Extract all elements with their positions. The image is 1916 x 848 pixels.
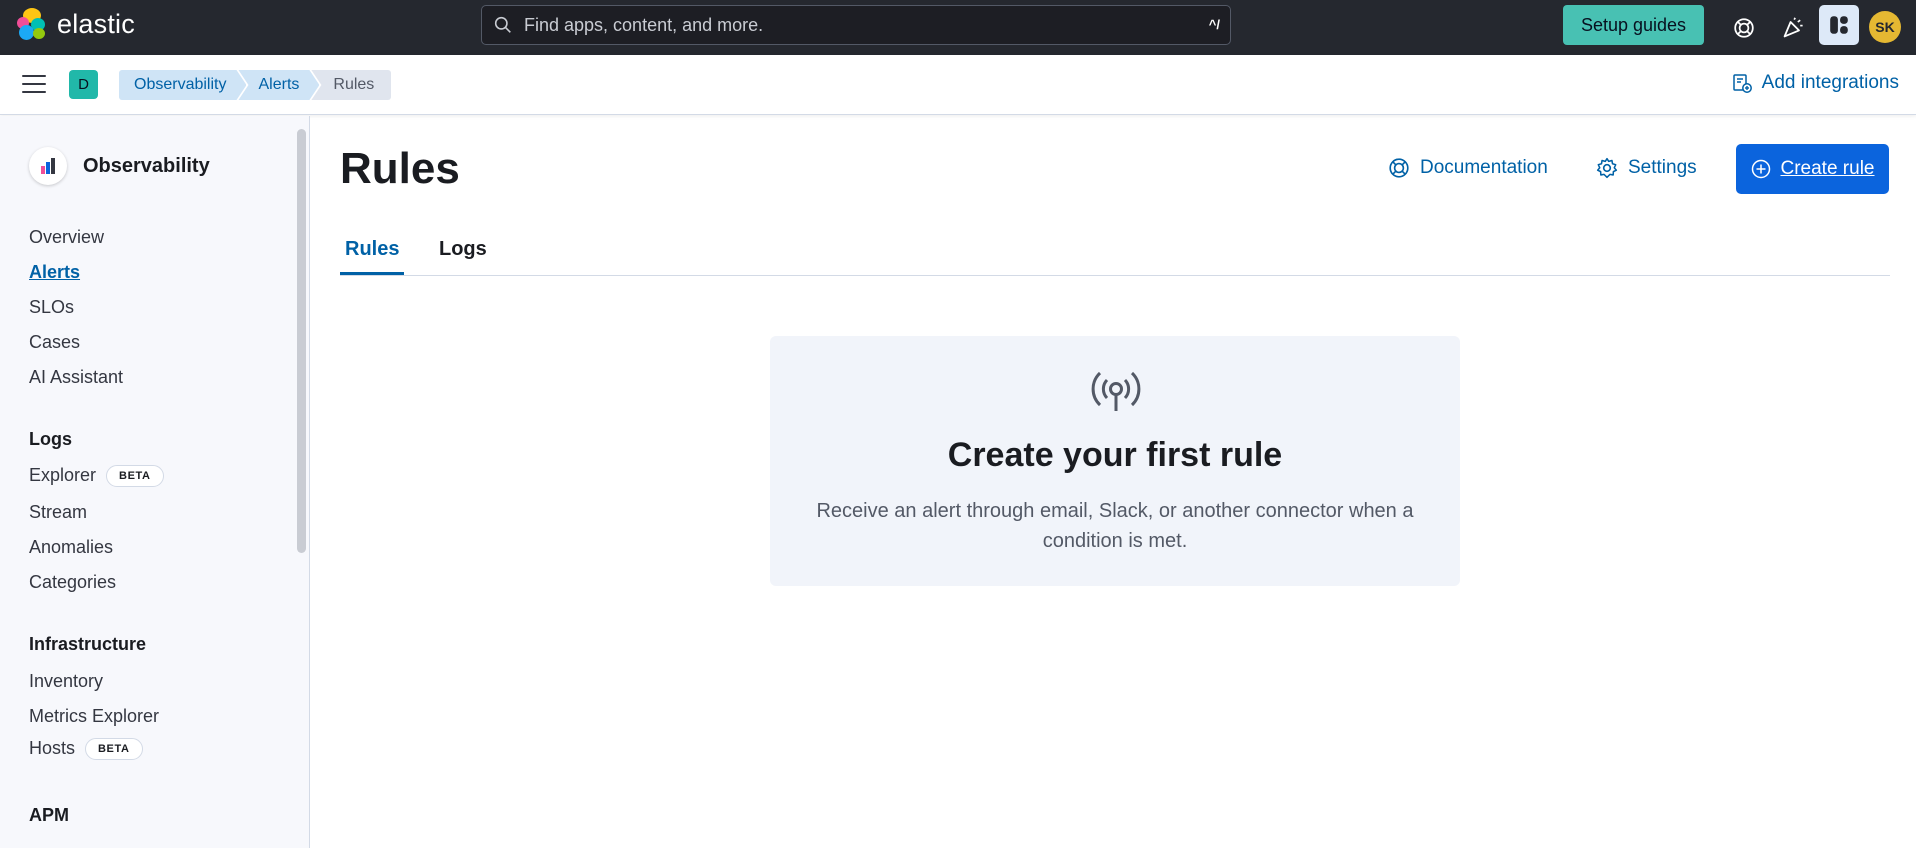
tab-rules[interactable]: Rules — [340, 238, 405, 275]
whats-new-button[interactable] — [1775, 10, 1811, 46]
breadcrumb-alerts[interactable]: Alerts — [238, 70, 319, 100]
plus-circle-icon — [1751, 159, 1770, 179]
create-rule-label: Create rule — [1780, 158, 1875, 179]
breadcrumb-bar: D Observability Alerts Rules Add integra… — [0, 55, 1916, 115]
gear-icon — [1596, 157, 1618, 179]
sidebar-header: Observability — [29, 147, 210, 185]
sidebar-item-categories[interactable]: Categories — [29, 572, 116, 593]
breadcrumb: Observability Alerts Rules — [119, 70, 392, 100]
broadcast-antenna-icon — [1091, 371, 1141, 411]
documentation-link[interactable]: Documentation — [1388, 157, 1548, 179]
beta-badge: BETA — [85, 738, 143, 761]
tab-bar: Rules Logs — [340, 235, 1890, 276]
user-avatar[interactable]: SK — [1869, 11, 1901, 43]
sidebar-item-overview[interactable]: Overview — [29, 227, 104, 248]
sidebar-item-ai-assistant[interactable]: AI Assistant — [29, 367, 123, 388]
settings-label: Settings — [1628, 157, 1697, 178]
empty-state-description: Receive an alert through email, Slack, o… — [816, 500, 1414, 552]
sidebar-group-infrastructure: Infrastructure — [29, 634, 147, 654]
elastic-logo[interactable]: elastic — [17, 8, 135, 40]
setup-guides-button[interactable]: Setup guides — [1563, 5, 1704, 45]
add-integrations-link[interactable]: Add integrations — [1732, 72, 1899, 94]
integrations-icon — [1732, 74, 1752, 93]
add-integrations-label: Add integrations — [1761, 72, 1899, 93]
global-search[interactable]: ^/ — [481, 5, 1231, 45]
search-shortcut: ^/ — [1208, 17, 1220, 32]
help-menu-button[interactable] — [1726, 10, 1762, 46]
empty-state-title: Create your first rule — [947, 436, 1283, 474]
sidebar-group-apm: APM — [29, 805, 69, 825]
app-switcher-button[interactable] — [1819, 5, 1859, 45]
elastic-logo-icon — [17, 8, 49, 40]
observability-logo-icon — [29, 147, 67, 185]
breadcrumb-observability[interactable]: Observability — [119, 70, 246, 100]
breadcrumb-rules: Rules — [311, 70, 392, 100]
tab-logs[interactable]: Logs — [434, 238, 492, 272]
page-title: Rules — [340, 144, 460, 193]
help-icon — [1389, 158, 1409, 178]
sidebar-group-logs: Logs — [29, 429, 72, 449]
documentation-label: Documentation — [1420, 157, 1548, 178]
sidebar-title: Observability — [83, 154, 210, 177]
settings-button[interactable]: Settings — [1596, 157, 1697, 179]
help-icon — [1734, 18, 1754, 38]
sidebar-item-stream[interactable]: Stream — [29, 502, 87, 523]
search-icon — [494, 16, 511, 33]
sidebar-item-anomalies[interactable]: Anomalies — [29, 537, 113, 558]
top-header: elastic ^/ Setup guides — [0, 0, 1916, 55]
app-switcher-icon — [1830, 16, 1848, 34]
sidebar-item-inventory[interactable]: Inventory — [29, 671, 103, 692]
sidebar-item-label: Explorer — [29, 465, 97, 485]
sidebar-item-slos[interactable]: SLOs — [29, 297, 74, 318]
sidebar-item-cases[interactable]: Cases — [29, 332, 80, 353]
sidebar-item-hosts[interactable]: Hosts BETA — [29, 738, 143, 761]
sidebar-item-metrics-explorer[interactable]: Metrics Explorer — [29, 706, 159, 727]
brand-name: elastic — [57, 8, 135, 39]
sidebar-item-explorer[interactable]: Explorer BETA — [29, 465, 164, 488]
create-rule-button[interactable]: Create rule — [1736, 144, 1889, 194]
sidebar-item-alerts[interactable]: Alerts — [29, 262, 80, 283]
search-input[interactable] — [524, 14, 1174, 36]
space-selector[interactable]: D — [69, 70, 98, 99]
beta-badge: BETA — [106, 465, 164, 488]
empty-state-panel: Create your first rule Receive an alert … — [770, 336, 1460, 586]
whats-new-icon — [1783, 17, 1803, 38]
sidebar-scrollbar[interactable] — [297, 129, 306, 553]
menu-toggle-icon[interactable] — [22, 75, 46, 95]
side-navigation: Observability Overview Alerts SLOs Cases… — [0, 116, 310, 848]
sidebar-item-label: Hosts — [29, 738, 76, 758]
